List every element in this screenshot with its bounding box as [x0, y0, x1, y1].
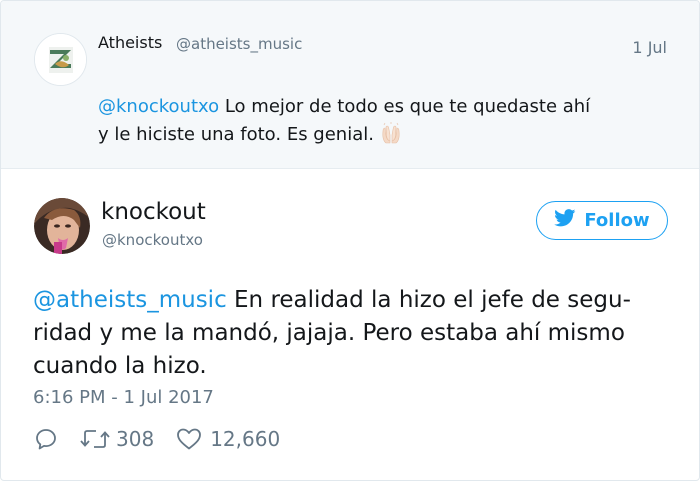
tweet-timestamp[interactable]: 6:16 PM - 1 Jul 2017 [33, 387, 214, 408]
parent-display-name[interactable]: Atheists [98, 33, 162, 52]
like-button[interactable]: 12,660 [176, 427, 280, 451]
tweet-text: @atheists_music En realidad la hizo el j… [33, 284, 673, 383]
parent-handle[interactable]: @atheists_music [176, 35, 302, 53]
tweet-actions: 308 12,660 [34, 426, 280, 452]
parent-tweet[interactable]: Atheists @atheists_music 1 Jul @knockout… [1, 1, 699, 169]
mention-link[interactable]: @atheists_music [33, 287, 227, 313]
retweet-icon [80, 428, 110, 450]
like-count: 12,660 [210, 427, 281, 451]
follow-label: Follow [584, 210, 650, 231]
reply-icon [34, 427, 58, 451]
reply-button[interactable] [34, 427, 58, 451]
parent-text-line2: y le hiciste una foto. Es genial. [98, 124, 374, 145]
retweet-count: 308 [116, 427, 155, 451]
author-handle[interactable]: @knockoutxo [102, 231, 203, 249]
author-display-name[interactable]: knockout [101, 199, 206, 225]
retweet-button[interactable]: 308 [80, 427, 154, 451]
parent-date[interactable]: 1 Jul [632, 38, 667, 57]
twitter-bird-icon [554, 209, 576, 232]
follow-button[interactable]: Follow [536, 201, 668, 240]
parent-tweet-text: @knockoutxo Lo mejor de todo es que te q… [98, 93, 658, 149]
knockout-avatar[interactable] [34, 198, 90, 254]
raised-hands-icon [380, 122, 402, 144]
heart-icon [176, 427, 202, 451]
parent-text-line1: Lo mejor de todo es que te quedaste ahí [219, 96, 591, 117]
tweet-card: Atheists @atheists_music 1 Jul @knockout… [0, 0, 700, 481]
parent-mention-link[interactable]: @knockoutxo [98, 96, 219, 117]
parent-avatar[interactable] [34, 33, 87, 86]
